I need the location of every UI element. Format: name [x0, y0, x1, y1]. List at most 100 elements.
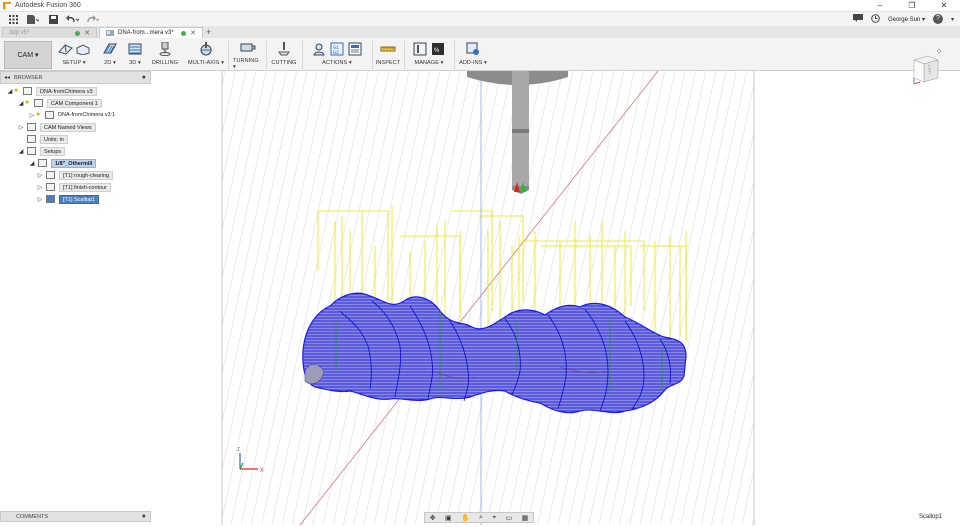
multi-axis-group[interactable]: MULTI-AXIS ▾ [188, 40, 224, 70]
2d-group[interactable]: 2D ▾ [100, 40, 120, 70]
look-at-icon[interactable]: ▣ [445, 514, 452, 522]
visibility-bulb-icon[interactable]: ● [14, 87, 21, 95]
collapse-browser-icon[interactable]: ◂◂ [4, 74, 10, 81]
restore-button[interactable]: ❐ [896, 0, 928, 12]
setup-icon[interactable] [57, 41, 73, 57]
tool-library-icon[interactable] [412, 41, 428, 57]
grid-settings-icon[interactable]: ▦ [522, 514, 529, 522]
actions-group[interactable]: G1 G2 ACTIONS ▾ [306, 40, 368, 70]
setup-label: SETUP ▾ [62, 60, 86, 66]
add-ins-label: ADD-INS ▾ [459, 60, 487, 66]
expand-icon[interactable]: ◢ [17, 148, 25, 155]
template-library-icon[interactable]: % [430, 41, 446, 57]
cutting-group[interactable]: CUTTING [270, 40, 298, 70]
add-ins-group[interactable]: ADD-INS ▾ [458, 40, 488, 70]
toolbar-separator [372, 41, 373, 69]
saved-status-icon [75, 30, 81, 36]
simulate-icon[interactable] [311, 41, 327, 57]
post-process-icon[interactable]: G1 G2 [329, 41, 345, 57]
save-icon[interactable] [46, 13, 60, 25]
component-icon [45, 111, 54, 119]
fusion-logo-icon [3, 1, 11, 10]
manage-group[interactable]: % MANAGE ▾ [408, 40, 450, 70]
tree-op-contour[interactable]: ▷ [T1] finish-contour [36, 182, 112, 192]
minimize-button[interactable]: – [864, 0, 896, 12]
view-cube[interactable]: LEFT [910, 48, 942, 88]
component-icon [34, 99, 43, 107]
toolbar-separator [266, 41, 267, 69]
undo-icon[interactable] [66, 13, 80, 25]
svg-text:%: % [434, 48, 440, 54]
3d-group[interactable]: 3D ▾ [124, 40, 146, 70]
tree-op-rough[interactable]: ▷ [T1] rough-clearing [36, 170, 114, 180]
setup-icon [38, 159, 47, 167]
browser-panel-header[interactable]: ◂◂ BROWSER ● [0, 71, 151, 84]
job-status-clock-icon[interactable] [871, 13, 880, 25]
expand-icon[interactable]: ▷ [36, 172, 44, 179]
scripts-addins-icon[interactable] [465, 41, 481, 57]
toolbar-separator [302, 41, 303, 69]
app-title: Autodesk Fusion 360 [15, 2, 81, 9]
2d-pocket-icon[interactable] [102, 41, 118, 57]
tree-subcomponent[interactable]: ▷ ● DNA-fromChimera v3:1 [28, 110, 115, 120]
comments-pin-icon[interactable]: ● [142, 513, 146, 520]
window-controls: – ❐ ✕ [864, 0, 960, 12]
adaptive-op-icon [46, 171, 55, 179]
multi-axis-icon[interactable] [198, 41, 214, 57]
close-tab-icon[interactable]: ✕ [84, 29, 90, 37]
tree-units[interactable]: Units: in [25, 134, 68, 144]
pan-hand-icon[interactable]: ✋ [461, 514, 470, 522]
file-menu-icon[interactable] [26, 13, 40, 25]
tree-named-views[interactable]: ▷ CAM Named Views [17, 122, 96, 132]
workspace-switcher[interactable]: CAM ▾ [4, 41, 52, 69]
expand-icon[interactable]: ◢ [17, 100, 25, 107]
turning-icon[interactable] [240, 40, 256, 56]
measure-icon[interactable] [380, 41, 396, 57]
manage-label: MANAGE ▾ [414, 60, 444, 66]
redo-icon[interactable] [86, 13, 100, 25]
tree-cam-component[interactable]: ◢ ● CAM Component 1 [17, 98, 102, 108]
expand-icon[interactable]: ◢ [6, 88, 14, 95]
browser-pin-icon[interactable]: ● [142, 74, 146, 81]
svg-text:G2: G2 [333, 50, 339, 56]
close-button[interactable]: ✕ [928, 0, 960, 12]
help-icon[interactable]: ? [932, 14, 943, 24]
op-scallop-label: [T1] Scallop1 [59, 194, 100, 204]
setup-sheet-icon[interactable] [347, 41, 363, 57]
setups-folder-icon [27, 147, 36, 155]
tree-setup[interactable]: ◢ 1/8"_Othermill [28, 158, 97, 168]
expand-icon[interactable]: ◢ [28, 160, 36, 167]
turning-group[interactable]: TURNING ▾ [233, 40, 263, 70]
folder-icon [27, 123, 36, 131]
stock-icon[interactable] [75, 41, 91, 57]
cutting-icon[interactable] [276, 41, 292, 57]
data-panel-grid-icon[interactable] [6, 13, 20, 25]
inspect-group[interactable]: INSPECT [376, 40, 400, 70]
drilling-group[interactable]: DRILLING [151, 40, 179, 70]
expand-icon[interactable]: ▷ [36, 184, 44, 191]
fit-zoom-icon[interactable]: ⌖ [492, 514, 496, 522]
setup-group[interactable]: SETUP ▾ [54, 40, 94, 70]
orbit-icon[interactable]: ✥ [430, 514, 436, 522]
visibility-bulb-icon[interactable]: ● [36, 111, 43, 119]
drill-icon[interactable] [157, 41, 173, 57]
notification-icon[interactable] [852, 14, 863, 24]
expand-icon[interactable]: ▷ [36, 196, 44, 203]
visibility-bulb-icon[interactable]: ● [25, 99, 32, 107]
tab-3dp[interactable]: 3dp v5* ✕ [2, 27, 97, 38]
new-tab-button[interactable]: + [206, 27, 211, 38]
comments-panel-header[interactable]: COMMENTS ● [0, 511, 151, 522]
3d-adaptive-icon[interactable] [127, 41, 143, 57]
help-label: ? [936, 15, 940, 22]
expand-icon[interactable]: ▷ [28, 112, 36, 119]
zoom-icon[interactable]: ⌕ [479, 514, 483, 522]
tab-dna[interactable]: DNA-from...mera v3* ✕ [99, 27, 203, 38]
expand-icon[interactable]: ▷ [17, 124, 25, 131]
tree-root[interactable]: ◢ ● DNA-fromChimera v3 [6, 86, 97, 96]
actions-label: ACTIONS ▾ [322, 60, 352, 66]
user-menu[interactable]: George Sun ▾ [888, 16, 925, 23]
close-tab-icon[interactable]: ✕ [190, 29, 196, 37]
display-settings-icon[interactable]: ▭ [506, 514, 513, 522]
tree-op-scallop[interactable]: ▷ [T1] Scallop1 [36, 194, 100, 204]
tree-setups[interactable]: ◢ Setups [17, 146, 66, 156]
